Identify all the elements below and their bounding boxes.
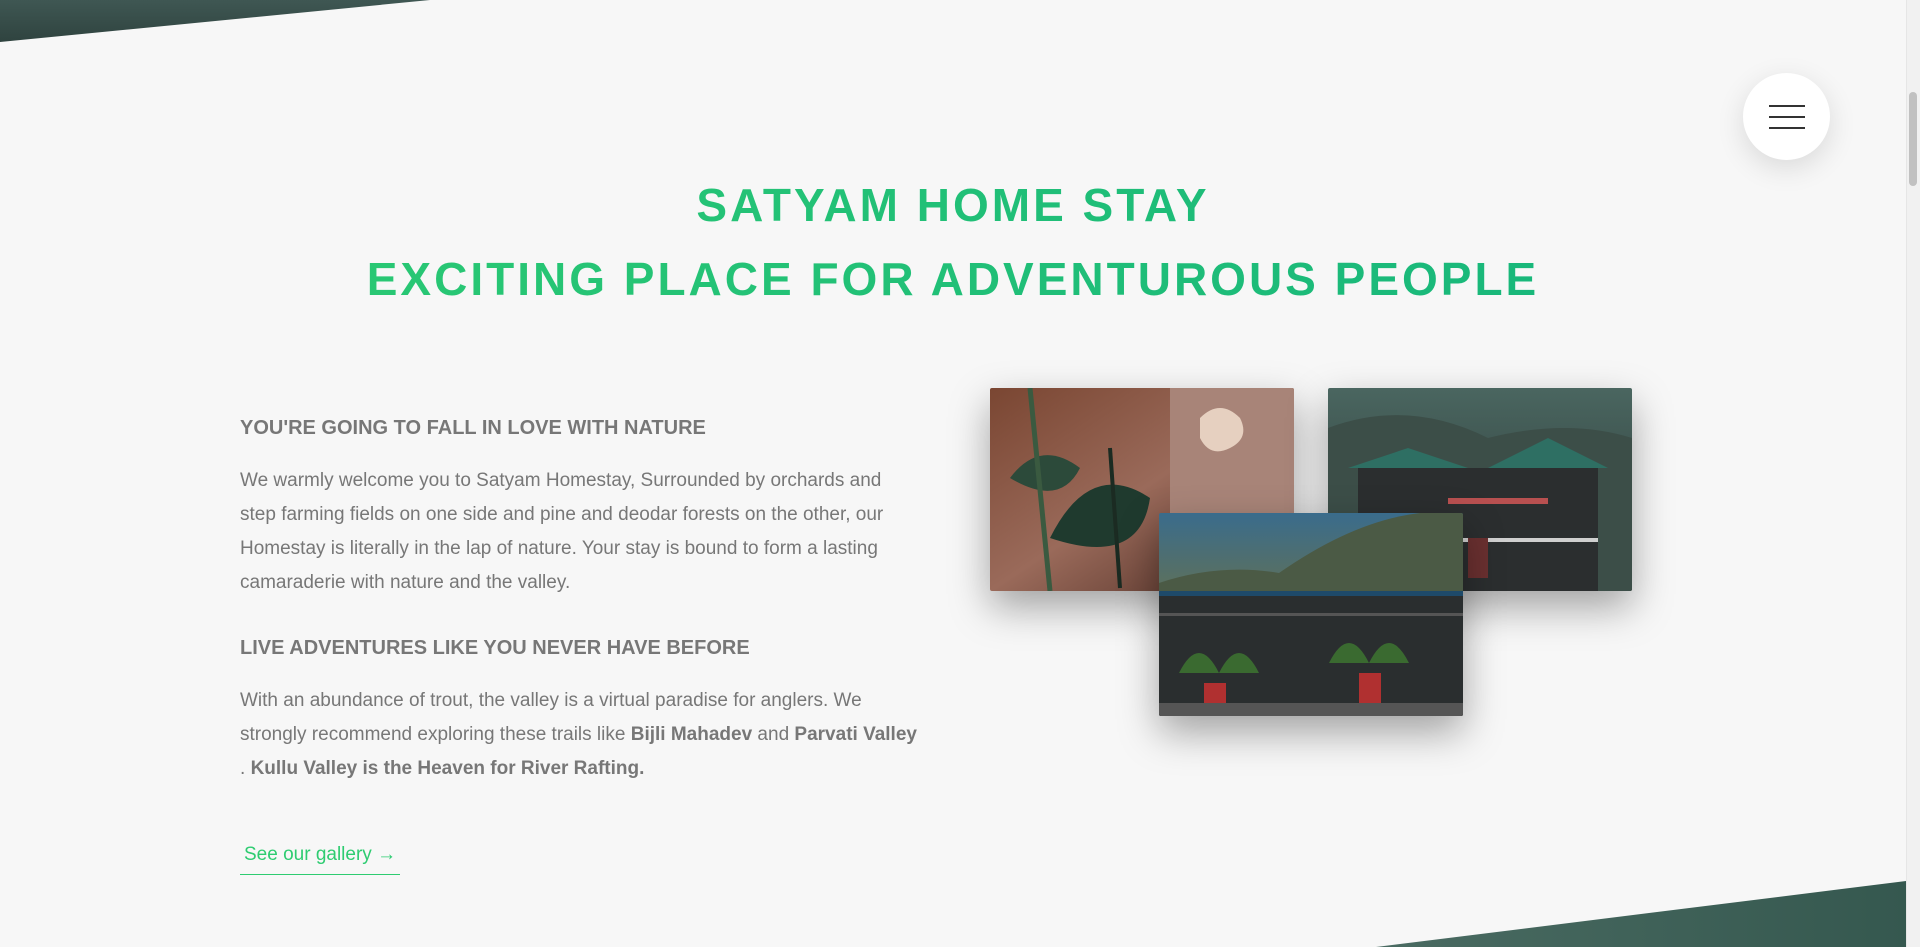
- valley-photo-image: [1159, 513, 1463, 716]
- rafting-highlight: Kullu Valley is the Heaven for River Raf…: [250, 758, 645, 779]
- page-scrollbar[interactable]: [1906, 0, 1920, 947]
- bottom-section-edge: [1376, 881, 1906, 947]
- scrollbar-thumb[interactable]: [1909, 92, 1917, 186]
- hamburger-menu-icon-line: [1768, 126, 1805, 129]
- photo-valley-view[interactable]: [1159, 513, 1463, 716]
- nature-heading: YOU'RE GOING TO FALL IN LOVE WITH NATURE: [240, 417, 706, 439]
- see-gallery-link[interactable]: See our gallery →: [240, 840, 401, 875]
- section-title: SATYAM HOME STAY EXCITING PLACE FOR ADVE…: [0, 168, 1906, 316]
- adventure-paragraph: With an abundance of trout, the valley i…: [240, 684, 920, 786]
- navigation-menu-button[interactable]: [1743, 73, 1830, 160]
- adventure-heading: LIVE ADVENTURES LIKE YOU NEVER HAVE BEFO…: [240, 637, 750, 659]
- top-section-edge: [0, 0, 430, 42]
- title-line-home-stay: SATYAM HOME STAY: [696, 179, 1210, 231]
- trail-bijli-mahadev: Bijli Mahadev: [630, 724, 753, 745]
- photo-composition: [990, 388, 1632, 716]
- hamburger-menu-icon-line: [1768, 115, 1805, 118]
- trail-parvati-valley: Parvati Valley: [794, 724, 917, 745]
- hamburger-menu-icon: [1768, 104, 1805, 107]
- welcome-paragraph: We warmly welcome you to Satyam Homestay…: [240, 470, 884, 593]
- title-line-tagline: EXCITING PLACE FOR ADVENTUROUS PEOPLE: [366, 253, 1540, 305]
- adventure-paragraph-and: and: [752, 724, 795, 745]
- about-text-column: YOU'RE GOING TO FALL IN LOVE WITH NATURE…: [240, 414, 920, 875]
- about-heading: SATYAM HOME STAY EXCITING PLACE FOR ADVE…: [0, 168, 1906, 316]
- adventure-paragraph-separator: .: [240, 758, 251, 779]
